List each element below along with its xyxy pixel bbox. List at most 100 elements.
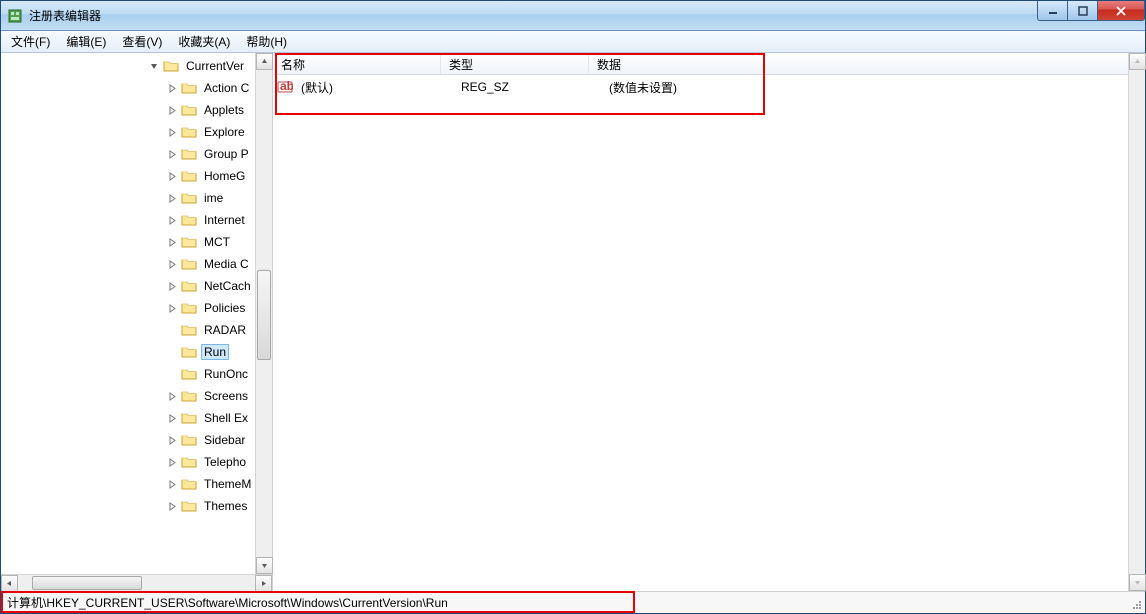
tree-node[interactable]: Explore — [3, 121, 272, 143]
folder-icon — [181, 124, 197, 140]
resize-grip[interactable] — [1129, 597, 1143, 611]
tree-node[interactable]: Shell Ex — [3, 407, 272, 429]
expander-closed-icon[interactable] — [165, 191, 179, 205]
folder-icon — [181, 344, 197, 360]
expander-closed-icon[interactable] — [165, 433, 179, 447]
expander-closed-icon[interactable] — [165, 455, 179, 469]
tree-node-label: HomeG — [201, 168, 248, 184]
tree-node[interactable]: RunOnc — [3, 363, 272, 385]
menu-file[interactable]: 文件(F) — [5, 31, 56, 52]
expander-closed-icon[interactable] — [165, 389, 179, 403]
expander-closed-icon[interactable] — [165, 103, 179, 117]
tree-node-label: Run — [201, 344, 229, 360]
folder-icon — [181, 366, 197, 382]
tree-node[interactable]: Sidebar — [3, 429, 272, 451]
hscroll-thumb[interactable] — [32, 576, 142, 590]
expander-closed-icon[interactable] — [165, 169, 179, 183]
expander-closed-icon[interactable] — [165, 477, 179, 491]
expander-closed-icon[interactable] — [165, 125, 179, 139]
list-scroll-track[interactable] — [1129, 70, 1145, 574]
tree-node[interactable]: HomeG — [3, 165, 272, 187]
registry-editor-window: 注册表编辑器 文件(F) 编辑(E) 查看(V) 收藏夹(A) 帮助(H) Cu… — [0, 0, 1146, 614]
window-controls — [1037, 1, 1145, 21]
app-icon — [7, 8, 23, 24]
expander-open-icon[interactable] — [147, 59, 161, 73]
tree-node[interactable]: RADAR — [3, 319, 272, 341]
tree-node-label: Media C — [201, 256, 252, 272]
maximize-button[interactable] — [1067, 1, 1097, 21]
column-header-name[interactable]: 名称 — [273, 53, 441, 74]
scroll-left-button[interactable] — [1, 575, 18, 592]
tree-node-label: Themes — [201, 498, 250, 514]
tree-node[interactable]: Telepho — [3, 451, 272, 473]
tree-node[interactable]: ime — [3, 187, 272, 209]
tree-node-label: Policies — [201, 300, 248, 316]
minimize-button[interactable] — [1037, 1, 1067, 21]
expander-closed-icon[interactable] — [165, 81, 179, 95]
split-panes: CurrentVer Action C AppletsExploreGroup P H… — [1, 53, 1145, 591]
tree-vertical-scrollbar[interactable] — [255, 53, 272, 574]
menu-help[interactable]: 帮助(H) — [240, 31, 293, 52]
tree-node[interactable]: Applets — [3, 99, 272, 121]
list-scroll-down-button[interactable] — [1129, 574, 1146, 591]
tree-node-label: ime — [201, 190, 226, 206]
menu-edit[interactable]: 编辑(E) — [60, 31, 112, 52]
folder-icon — [181, 146, 197, 162]
scroll-track[interactable] — [256, 70, 272, 557]
tree-node[interactable]: Media C — [3, 253, 272, 275]
list-vertical-scrollbar[interactable] — [1128, 53, 1145, 591]
tree-node[interactable]: MCT — [3, 231, 272, 253]
window-title: 注册表编辑器 — [29, 7, 101, 24]
expander-closed-icon[interactable] — [165, 235, 179, 249]
hscroll-track[interactable] — [18, 575, 255, 592]
tree-node[interactable]: ThemeM — [3, 473, 272, 495]
tree-node-label: RADAR — [201, 322, 249, 338]
expander-closed-icon[interactable] — [165, 411, 179, 425]
tree-node-label: Telepho — [201, 454, 249, 470]
tree-node[interactable]: Internet — [3, 209, 272, 231]
tree-node[interactable]: Run — [3, 341, 272, 363]
tree-node[interactable]: Themes — [3, 495, 272, 517]
column-header-type[interactable]: 类型 — [441, 53, 589, 74]
list-body[interactable]: ab (默认) REG_SZ (数值未设置) — [273, 75, 1145, 591]
expander-closed-icon[interactable] — [165, 257, 179, 271]
tree-node[interactable]: NetCach — [3, 275, 272, 297]
tree-node-currentversion[interactable]: CurrentVer — [3, 55, 272, 77]
title-bar[interactable]: 注册表编辑器 — [1, 1, 1145, 31]
values-pane: 名称 类型 数据 ab (默认) REG_SZ (数 — [273, 53, 1145, 591]
list-scroll-up-button[interactable] — [1129, 53, 1146, 70]
expander-closed-icon[interactable] — [165, 301, 179, 315]
value-name: (默认) — [297, 79, 457, 96]
folder-icon — [181, 454, 197, 470]
menu-favorites[interactable]: 收藏夹(A) — [172, 31, 236, 52]
expander-closed-icon[interactable] — [165, 279, 179, 293]
folder-icon — [181, 168, 197, 184]
list-header: 名称 类型 数据 — [273, 53, 1145, 75]
registry-tree[interactable]: CurrentVer Action C AppletsExploreGroup P H… — [1, 53, 272, 574]
expander-closed-icon[interactable] — [165, 213, 179, 227]
scroll-down-button[interactable] — [256, 557, 273, 574]
expander-closed-icon[interactable] — [165, 499, 179, 513]
menu-view[interactable]: 查看(V) — [116, 31, 168, 52]
scroll-right-button[interactable] — [255, 575, 272, 592]
column-header-data[interactable]: 数据 — [589, 53, 1145, 74]
tree-node[interactable]: Screens — [3, 385, 272, 407]
tree-node[interactable]: Action C — [3, 77, 272, 99]
expander-closed-icon[interactable] — [165, 147, 179, 161]
tree-node-label: Action C — [201, 80, 252, 96]
scroll-up-button[interactable] — [256, 53, 273, 70]
folder-icon — [181, 190, 197, 206]
folder-icon — [181, 432, 197, 448]
folder-icon — [181, 80, 197, 96]
close-button[interactable] — [1097, 1, 1145, 21]
folder-icon — [181, 410, 197, 426]
tree-node[interactable]: Policies — [3, 297, 272, 319]
tree-node-label: NetCach — [201, 278, 254, 294]
tree-node[interactable]: Group P — [3, 143, 272, 165]
status-bar: 计算机\HKEY_CURRENT_USER\Software\Microsoft… — [1, 591, 1145, 613]
value-data: (数值未设置) — [605, 79, 1145, 96]
tree-horizontal-scrollbar[interactable] — [1, 574, 272, 591]
tree-node-label: CurrentVer — [183, 58, 247, 74]
list-row[interactable]: ab (默认) REG_SZ (数值未设置) — [273, 77, 1145, 97]
scroll-thumb[interactable] — [257, 270, 271, 360]
